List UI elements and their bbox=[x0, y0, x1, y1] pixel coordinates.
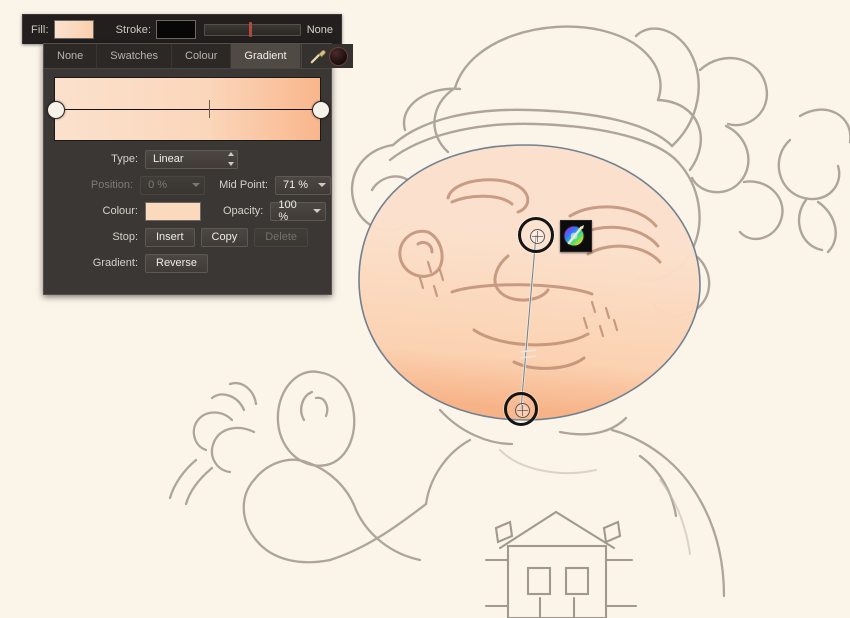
tab-colour[interactable]: Colour bbox=[172, 44, 232, 68]
row-type: Type: Linear bbox=[44, 147, 331, 171]
application-window: Fill: Stroke: None None Swatches Colour … bbox=[0, 0, 850, 618]
eyedropper-icon[interactable] bbox=[309, 48, 326, 65]
gradient-midpoint-marker[interactable] bbox=[208, 100, 210, 118]
position-select-value: 0 % bbox=[148, 179, 168, 191]
gradient-start-handle[interactable] bbox=[518, 217, 554, 253]
midpoint-select-value: 71 % bbox=[283, 179, 309, 191]
gradient-end-handle[interactable] bbox=[504, 392, 538, 426]
gradient-preview-container bbox=[47, 77, 330, 141]
row-position-midpoint: Position: 0 % Mid Point: 71 % bbox=[44, 173, 331, 197]
stop-label: Stop: bbox=[112, 231, 138, 243]
tab-swatches[interactable]: Swatches bbox=[97, 44, 172, 68]
gradient-label: Gradient: bbox=[92, 257, 138, 269]
stop-insert-button[interactable]: Insert bbox=[145, 227, 195, 247]
colour-label: Colour: bbox=[102, 205, 138, 217]
stop-delete-button: Delete bbox=[254, 227, 308, 247]
row-gradient: Gradient: Reverse bbox=[44, 251, 331, 275]
stroke-colour-swatch[interactable] bbox=[156, 20, 197, 39]
type-select-value: Linear bbox=[153, 153, 184, 165]
gradient-panel: None Swatches Colour Gradient Type: Line… bbox=[43, 43, 353, 295]
type-select[interactable]: Linear bbox=[145, 149, 238, 169]
position-chevron-down-icon[interactable] bbox=[192, 183, 201, 187]
panel-tab-bar: None Swatches Colour Gradient bbox=[44, 44, 353, 69]
colour-wheel-icon bbox=[563, 225, 585, 247]
stroke-width-value[interactable]: None bbox=[307, 24, 333, 36]
stroke-width-slider-thumb[interactable] bbox=[248, 21, 252, 37]
opacity-select-value: 100 % bbox=[278, 199, 297, 223]
midpoint-label: Mid Point: bbox=[219, 179, 268, 191]
opacity-control: 100 % bbox=[270, 199, 327, 223]
stroke-label: Stroke: bbox=[115, 23, 152, 36]
current-colour-swatch-icon[interactable] bbox=[328, 46, 348, 66]
fill-stroke-bar: Fill: Stroke: None bbox=[22, 14, 342, 44]
type-label: Type: bbox=[111, 153, 138, 165]
fill-label: Fill: bbox=[31, 23, 49, 36]
type-stepper-icon[interactable] bbox=[227, 152, 234, 166]
midpoint-chevron-down-icon[interactable] bbox=[318, 183, 326, 187]
opacity-chevron-down-icon[interactable] bbox=[313, 209, 322, 213]
row-stop: Stop: Insert Copy Delete bbox=[44, 225, 331, 249]
stroke-width-slider[interactable] bbox=[204, 21, 301, 37]
panel-tools bbox=[300, 44, 353, 68]
gradient-stop-end[interactable] bbox=[312, 101, 330, 119]
tab-gradient[interactable]: Gradient bbox=[231, 44, 301, 68]
type-control: Linear bbox=[145, 149, 238, 169]
gradient-stop-colour-swatch[interactable] bbox=[145, 201, 201, 221]
colour-wheel-button[interactable] bbox=[560, 220, 592, 252]
row-colour-opacity: Colour: Opacity: 100 % bbox=[44, 199, 331, 223]
stop-copy-button[interactable]: Copy bbox=[200, 227, 249, 247]
gradient-end-handle-core bbox=[514, 402, 530, 418]
gradient-reverse-button[interactable]: Reverse bbox=[145, 253, 208, 273]
position-label: Position: bbox=[90, 179, 134, 191]
position-control: 0 % bbox=[140, 175, 206, 195]
midpoint-control: 71 % bbox=[275, 175, 331, 195]
gradient-stop-axis bbox=[55, 109, 320, 110]
tab-none[interactable]: None bbox=[44, 44, 98, 68]
gradient-stop-start[interactable] bbox=[47, 101, 65, 119]
opacity-label: Opacity: bbox=[223, 205, 264, 217]
gradient-start-handle-core bbox=[529, 228, 545, 244]
fill-colour-swatch[interactable] bbox=[53, 20, 94, 39]
